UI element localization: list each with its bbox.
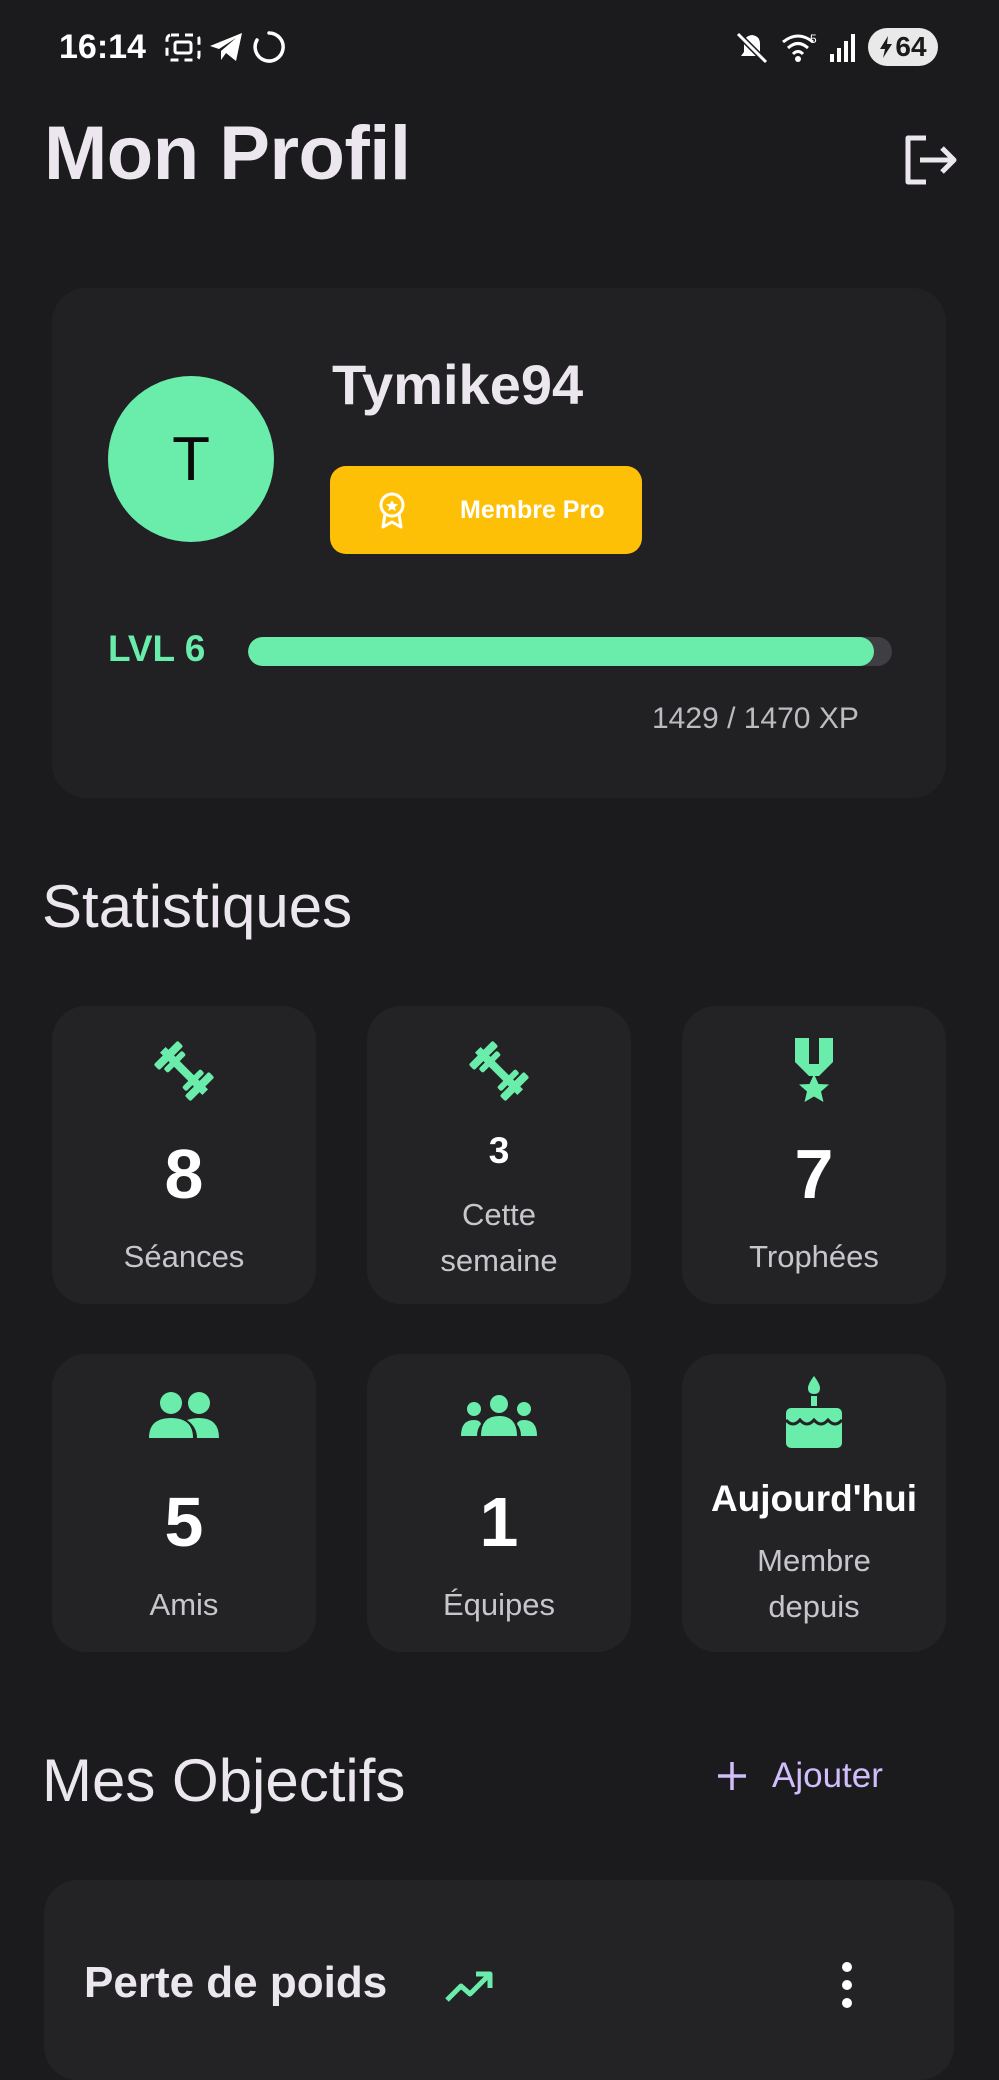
badge-label: Membre Pro bbox=[460, 495, 605, 524]
stat-label-line2: depuis bbox=[768, 1589, 860, 1624]
stat-card-trophees: 7 Trophées bbox=[682, 1006, 946, 1304]
telegram-icon bbox=[210, 33, 242, 61]
avatar: T bbox=[108, 376, 274, 542]
cake-icon bbox=[784, 1376, 844, 1448]
screenshot-icon bbox=[165, 33, 201, 62]
xp-progress-bar bbox=[248, 637, 892, 666]
dumbbell-icon bbox=[154, 1041, 214, 1101]
status-time: 16:14 bbox=[59, 28, 146, 66]
groups-icon bbox=[461, 1395, 537, 1436]
objective-title: Perte de poids bbox=[84, 1958, 388, 2007]
stat-label: Équipes bbox=[442, 1587, 556, 1622]
battery-level: 64 bbox=[895, 31, 927, 62]
mute-icon bbox=[735, 31, 769, 64]
objectives-section-title: Mes Objectifs bbox=[42, 1747, 406, 1814]
stat-value: 8 bbox=[164, 1135, 204, 1213]
xp-text: 1429 / 1470 XP bbox=[652, 702, 859, 735]
battery-indicator: 64 bbox=[868, 28, 938, 66]
stat-value: 5 bbox=[164, 1483, 204, 1561]
stat-value: Aujourd'hui bbox=[710, 1478, 918, 1519]
plus-icon bbox=[718, 1762, 746, 1790]
friends-icon bbox=[149, 1392, 219, 1438]
xp-progress-fill bbox=[248, 637, 875, 666]
more-options-icon[interactable] bbox=[832, 1960, 862, 2010]
charging-icon bbox=[880, 36, 893, 58]
add-objective-label: Ajouter bbox=[772, 1756, 883, 1795]
logout-icon[interactable] bbox=[900, 130, 960, 190]
stat-label-line1: Cette bbox=[461, 1197, 537, 1232]
wifi-icon: 5 bbox=[782, 32, 817, 62]
stat-card-cette-semaine: 3 Cette semaine bbox=[367, 1006, 631, 1304]
add-objective-button[interactable]: Ajouter bbox=[716, 1756, 883, 1796]
stat-label: Séances bbox=[123, 1239, 245, 1274]
page-title: Mon Profil bbox=[44, 111, 411, 196]
svg-text:5: 5 bbox=[810, 32, 817, 46]
signal-icon bbox=[830, 34, 855, 62]
stats-section-title: Statistiques bbox=[42, 873, 353, 940]
stat-label: Amis bbox=[149, 1587, 219, 1622]
stat-card-seances: 8 Séances bbox=[52, 1006, 316, 1304]
stat-value: 1 bbox=[479, 1483, 519, 1561]
stat-card-amis: 5 Amis bbox=[52, 1354, 316, 1652]
medal-icon bbox=[795, 1038, 833, 1102]
stat-value: 7 bbox=[794, 1135, 834, 1213]
username: Tymike94 bbox=[332, 353, 584, 416]
level-label: LVL 6 bbox=[108, 628, 206, 669]
member-badge: Membre Pro bbox=[330, 466, 642, 554]
award-icon bbox=[379, 492, 405, 529]
stat-label-line2: semaine bbox=[440, 1243, 558, 1278]
dumbbell-icon bbox=[469, 1041, 529, 1101]
loading-icon bbox=[253, 31, 285, 63]
stat-value: 3 bbox=[488, 1130, 510, 1171]
stat-card-membre-depuis: Aujourd'hui Membre depuis bbox=[682, 1354, 946, 1652]
stat-label: Trophées bbox=[749, 1239, 879, 1274]
stat-label-line1: Membre bbox=[757, 1543, 871, 1578]
trending-up-icon bbox=[445, 1971, 493, 2002]
stat-card-equipes: 1 Équipes bbox=[367, 1354, 631, 1652]
